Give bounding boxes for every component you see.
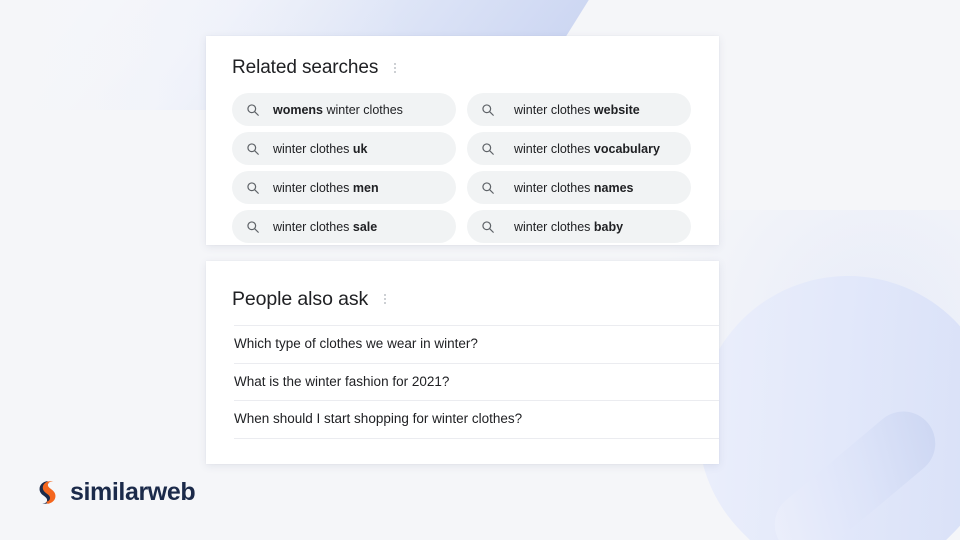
chip-bold-term: names [593, 180, 634, 195]
chip-bold-term: baby [593, 219, 624, 234]
related-search-chips: womens winter clothes winter clothes web… [232, 93, 693, 243]
people-also-ask-question: Which type of clothes we wear in winter? [234, 336, 478, 352]
chip-plain-term: winter clothes [514, 180, 594, 195]
related-search-chip[interactable]: winter clothes names [467, 171, 691, 204]
related-search-chip-label: winter clothes men [273, 180, 379, 196]
related-search-chip-label: winter clothes sale [273, 219, 377, 235]
chip-plain-term: winter clothes [514, 141, 594, 156]
serp-cards: Related searches womens winter clothes w… [206, 36, 719, 464]
search-icon [481, 181, 495, 195]
related-search-chip[interactable]: womens winter clothes [232, 93, 456, 126]
similarweb-wordmark: similarweb [70, 478, 196, 506]
people-also-ask-body: People also ask Which type of clothes we… [206, 261, 719, 439]
chip-bold-term: womens [273, 102, 324, 117]
chip-bold-term: website [593, 102, 640, 117]
related-search-chip[interactable]: winter clothes sale [232, 210, 456, 243]
people-also-ask-question: When should I start shopping for winter … [234, 411, 523, 427]
search-icon [246, 142, 260, 156]
screenshot-canvas: Related searches womens winter clothes w… [0, 0, 960, 540]
kebab-dot [384, 294, 387, 296]
kebab-dot [384, 302, 387, 304]
people-also-ask-title-row: People also ask [232, 287, 693, 311]
people-also-ask-card: People also ask Which type of clothes we… [206, 261, 719, 464]
kebab-dot [394, 63, 397, 65]
related-search-chip[interactable]: winter clothes uk [232, 132, 456, 165]
related-searches-header: Related searches [232, 56, 693, 80]
related-search-chip-label: winter clothes uk [273, 141, 368, 157]
related-search-chip-label: winter clothes names [514, 180, 634, 196]
chip-plain-term: winter clothes [273, 180, 353, 195]
kebab-dot [394, 67, 397, 69]
kebab-dot [394, 71, 397, 73]
chip-bold-term: sale [352, 219, 378, 234]
kebab-menu-icon[interactable] [388, 59, 402, 77]
chip-plain-term: winter clothes [514, 219, 594, 234]
related-search-chip[interactable]: winter clothes men [232, 171, 456, 204]
kebab-menu-icon[interactable] [378, 290, 392, 308]
related-search-chip[interactable]: winter clothes website [467, 93, 691, 126]
chip-bold-term: uk [352, 141, 368, 156]
similarweb-logo: similarweb [34, 478, 196, 506]
related-search-chip-label: winter clothes website [514, 102, 640, 118]
related-search-chip-label: womens winter clothes [273, 102, 403, 118]
chip-plain-term: winter clothes [273, 219, 353, 234]
people-also-ask-list: Which type of clothes we wear in winter?… [206, 325, 719, 439]
related-search-chip-label: winter clothes vocabulary [514, 141, 660, 157]
related-searches-title: Related searches [232, 57, 379, 78]
people-also-ask-item[interactable]: What is the winter fashion for 2021? [234, 362, 719, 401]
search-icon [481, 103, 495, 117]
chip-plain-term: winter clothes [273, 141, 353, 156]
similarweb-logo-icon [34, 479, 61, 506]
chip-plain-term: winter clothes [323, 102, 403, 117]
related-search-chip[interactable]: winter clothes baby [467, 210, 691, 243]
related-searches-card: Related searches womens winter clothes w… [206, 36, 719, 245]
kebab-dot [384, 298, 387, 300]
related-search-chip[interactable]: winter clothes vocabulary [467, 132, 691, 165]
chip-bold-term: vocabulary [593, 141, 660, 156]
search-icon [246, 103, 260, 117]
people-also-ask-item[interactable]: Which type of clothes we wear in winter? [234, 325, 719, 363]
chip-bold-term: men [352, 180, 379, 195]
related-search-chip-label: winter clothes baby [514, 219, 623, 235]
bottom-right-capsule-shape [761, 398, 949, 540]
related-searches-body: Related searches womens winter clothes w… [206, 36, 719, 243]
people-also-ask-item[interactable]: When should I start shopping for winter … [234, 400, 719, 438]
search-icon [481, 220, 495, 234]
people-also-ask-title: People also ask [232, 288, 369, 310]
people-also-ask-bottom-divider [234, 437, 719, 439]
people-also-ask-question: What is the winter fashion for 2021? [234, 373, 450, 389]
chip-plain-term: winter clothes [514, 102, 594, 117]
people-also-ask-header: People also ask [206, 287, 719, 311]
search-icon [246, 181, 260, 195]
search-icon [481, 142, 495, 156]
search-icon [246, 220, 260, 234]
